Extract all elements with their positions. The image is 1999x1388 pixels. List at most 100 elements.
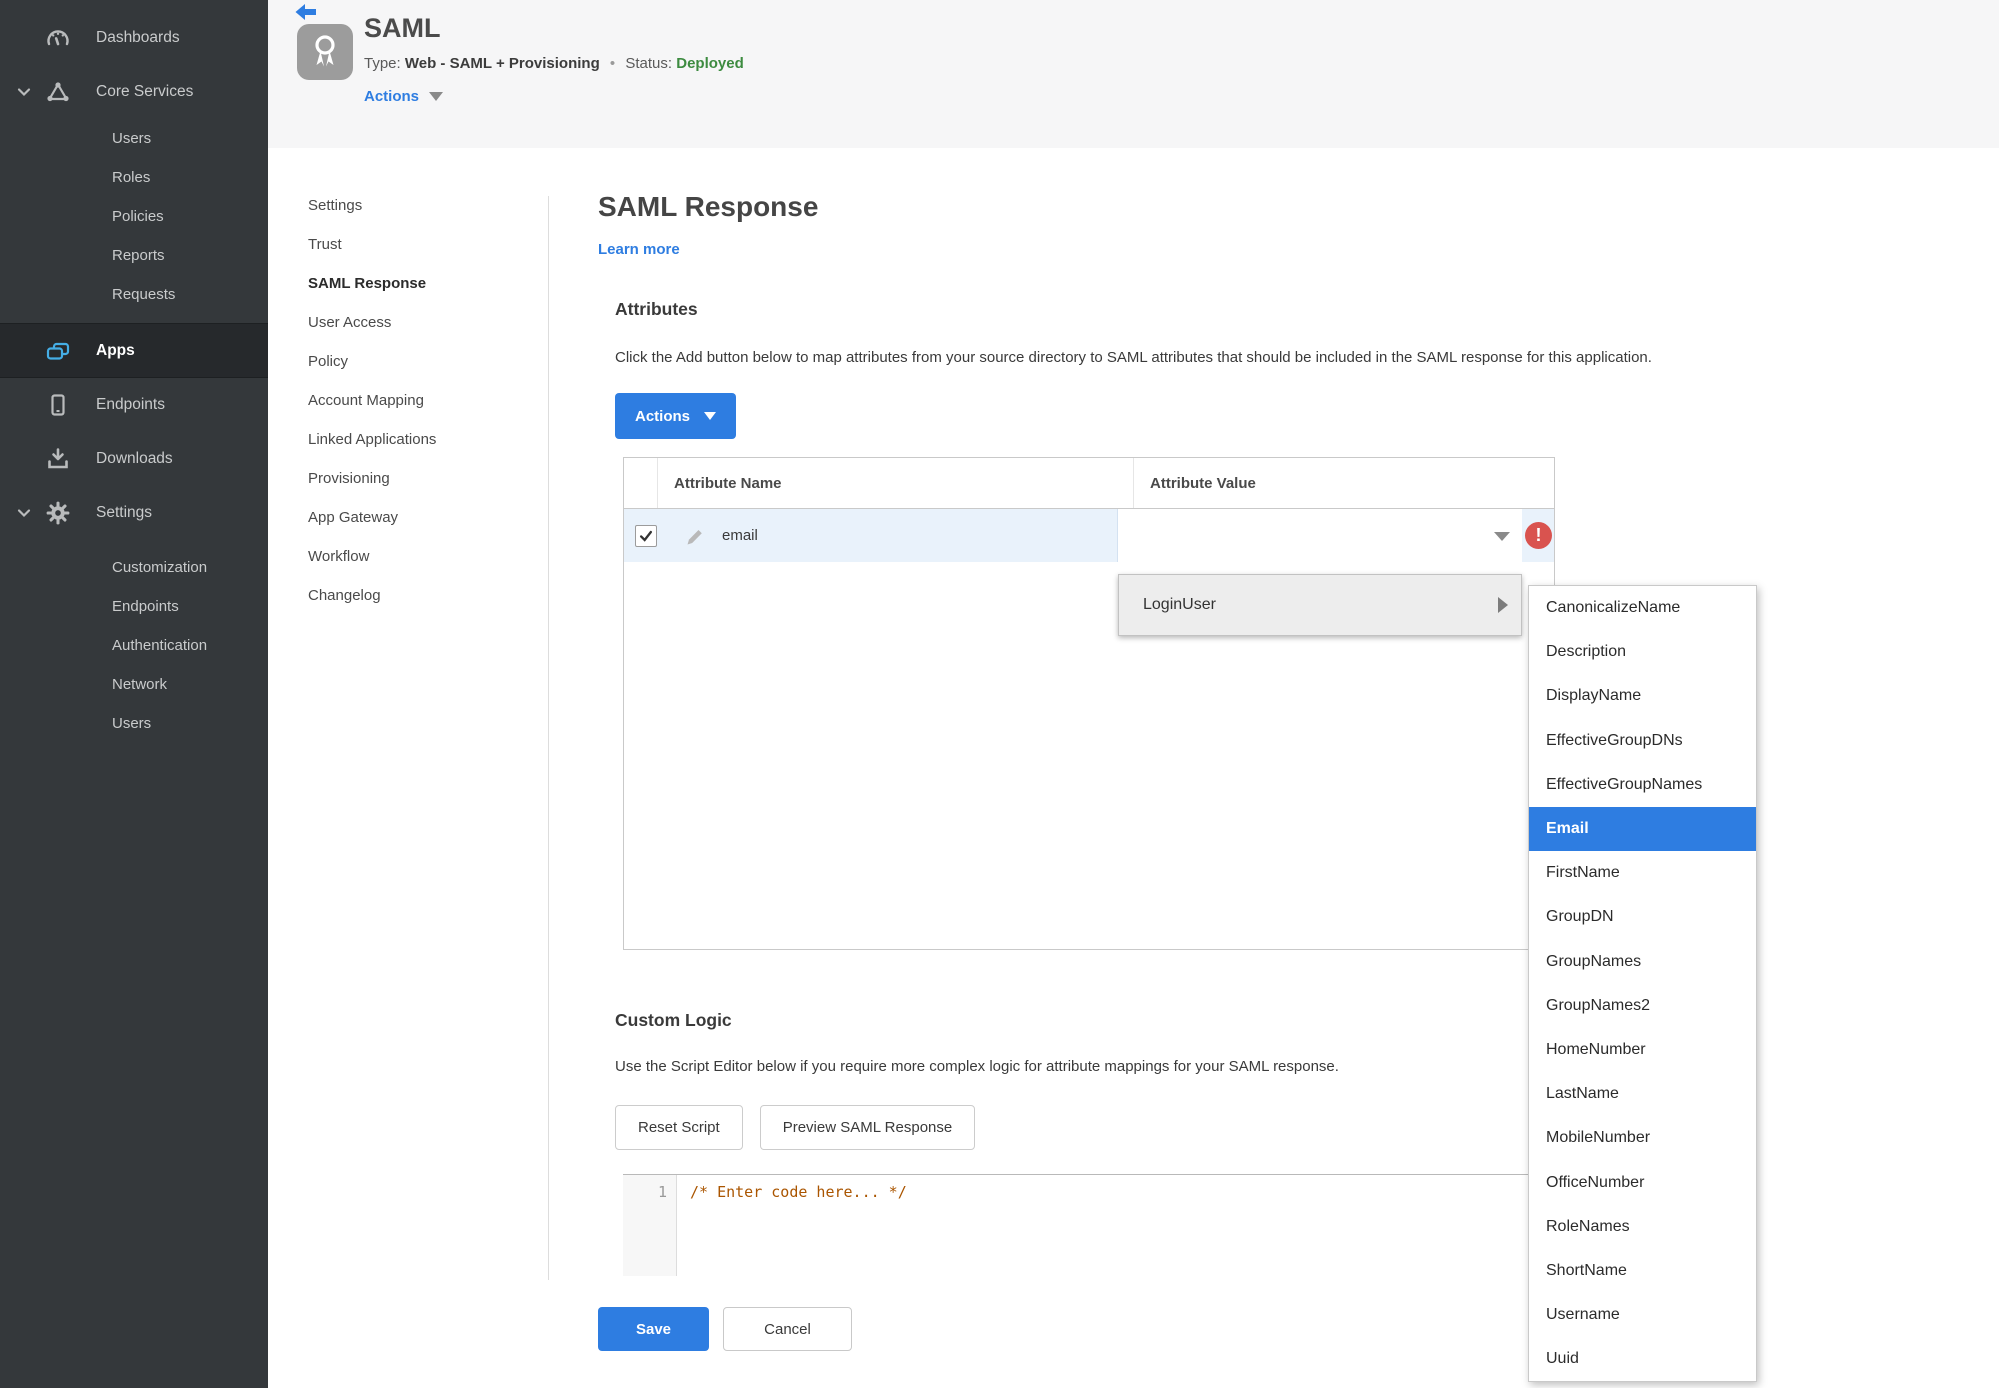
custom-logic-section: Custom Logic Use the Script Editor below… [615, 1000, 1563, 1276]
sidebar-item-network[interactable]: Network [0, 665, 268, 704]
submenu-item-effectivegroupdns[interactable]: EffectiveGroupDNs [1529, 719, 1756, 763]
sidebar-item-label: Dashboards [96, 29, 180, 46]
sidebar-item-label: Settings [96, 504, 153, 521]
attribute-value-cell: ! [1117, 509, 1554, 562]
subnav-item-settings[interactable]: Settings [308, 186, 533, 225]
custom-logic-description: Use the Script Editor below if you requi… [615, 1058, 1339, 1075]
sidebar-item-reports[interactable]: Reports [0, 236, 268, 275]
type-value: Web - SAML + Provisioning [404, 55, 600, 72]
row-checkbox[interactable] [635, 524, 657, 547]
header-actions-label: Actions [364, 88, 420, 105]
table-header-attribute-value: Attribute Value [1133, 458, 1554, 508]
submenu-item-description[interactable]: Description [1529, 630, 1756, 674]
subnav-item-changelog[interactable]: Changelog [308, 576, 533, 615]
app-title: SAML [364, 13, 441, 43]
table-row[interactable]: email ! [624, 509, 1554, 562]
error-icon: ! [1525, 522, 1552, 549]
attribute-name-cell: email [722, 527, 758, 544]
settings-gear-icon [42, 500, 74, 526]
attribute-value-dropdown[interactable] [1118, 509, 1522, 562]
submenu-item-lastname[interactable]: LastName [1529, 1072, 1756, 1116]
save-button[interactable]: Save [598, 1307, 709, 1351]
attributes-description: Click the Add button below to map attrib… [615, 349, 1652, 366]
attribute-submenu: CanonicalizeName Description DisplayName… [1528, 585, 1757, 1383]
back-icon[interactable] [294, 2, 318, 24]
chevron-down-icon[interactable] [14, 83, 34, 101]
sidebar-item-core-services[interactable]: Core Services [0, 65, 268, 119]
subnav-divider [548, 196, 549, 1280]
dropdown-item-loginuser[interactable]: LoginUser [1143, 596, 1216, 614]
reset-script-button[interactable]: Reset Script [615, 1105, 743, 1150]
sidebar-item-endpoints[interactable]: Endpoints [0, 378, 268, 432]
submenu-item-groupnames2[interactable]: GroupNames2 [1529, 984, 1756, 1028]
attributes-heading: Attributes [615, 299, 698, 319]
submenu-item-displayname[interactable]: DisplayName [1529, 674, 1756, 718]
cancel-button[interactable]: Cancel [723, 1307, 852, 1351]
separator-dot: • [609, 55, 616, 72]
submenu-item-officenumber[interactable]: OfficeNumber [1529, 1160, 1756, 1204]
dashboards-icon [42, 26, 74, 50]
subnav-item-saml-response[interactable]: SAML Response [308, 264, 533, 303]
attributes-actions-button[interactable]: Actions [615, 393, 737, 439]
submenu-item-email[interactable]: Email [1529, 806, 1756, 852]
sidebar-item-settings[interactable]: Settings [0, 486, 268, 540]
endpoints-icon [42, 392, 74, 418]
submenu-item-groupnames[interactable]: GroupNames [1529, 940, 1756, 984]
learn-more-link[interactable]: Learn more [598, 241, 680, 258]
submenu-item-mobilenumber[interactable]: MobileNumber [1529, 1116, 1756, 1160]
table-header-checkbox-col [624, 458, 658, 508]
chevron-down-icon[interactable] [14, 504, 34, 522]
submenu-item-effectivegroupnames[interactable]: EffectiveGroupNames [1529, 763, 1756, 807]
preview-saml-response-button[interactable]: Preview SAML Response [759, 1105, 976, 1150]
sidebar-item-requests[interactable]: Requests [0, 275, 268, 314]
app-meta: Type: Web - SAML + Provisioning • Status… [364, 55, 744, 72]
sidebar-item-label: Downloads [96, 450, 173, 467]
custom-logic-heading: Custom Logic [615, 1010, 732, 1030]
value-dropdown-menu[interactable]: LoginUser [1118, 574, 1522, 636]
editor-line-number: 1 [623, 1175, 677, 1276]
submenu-item-shortname[interactable]: ShortName [1529, 1249, 1756, 1293]
subnav-item-account-mapping[interactable]: Account Mapping [308, 381, 533, 420]
submenu-item-firstname[interactable]: FirstName [1529, 851, 1756, 895]
sidebar-item-downloads[interactable]: Downloads [0, 432, 268, 486]
sidebar-item-apps[interactable]: Apps [0, 323, 268, 378]
sidebar-item-users-settings[interactable]: Users [0, 704, 268, 743]
sidebar-item-policies[interactable]: Policies [0, 197, 268, 236]
submenu-item-username[interactable]: Username [1529, 1293, 1756, 1337]
editor-code[interactable]: /* Enter code here... */ [677, 1175, 1555, 1276]
core-services-icon [42, 80, 74, 104]
sidebar-item-authentication[interactable]: Authentication [0, 626, 268, 665]
downloads-icon [42, 446, 74, 472]
ribbon-badge-icon [315, 35, 335, 67]
attributes-table: Attribute Name Attribute Value email ! [623, 457, 1555, 950]
sidebar: Dashboards Core Services Users Roles Pol… [0, 0, 268, 1388]
sidebar-item-endpoints-settings[interactable]: Endpoints [0, 587, 268, 626]
submenu-item-rolenames[interactable]: RoleNames [1529, 1205, 1756, 1249]
sidebar-item-label: Endpoints [96, 396, 165, 413]
table-header-attribute-name: Attribute Name [674, 474, 782, 492]
sidebar-item-dashboards[interactable]: Dashboards [0, 11, 268, 65]
submenu-item-homenumber[interactable]: HomeNumber [1529, 1028, 1756, 1072]
subnav-item-app-gateway[interactable]: App Gateway [308, 498, 533, 537]
status-badge: Deployed [676, 55, 744, 72]
subnav-item-trust[interactable]: Trust [308, 225, 533, 264]
apps-icon [42, 339, 74, 363]
subnav-item-provisioning[interactable]: Provisioning [308, 459, 533, 498]
subnav-item-policy[interactable]: Policy [308, 342, 533, 381]
subnav-item-user-access[interactable]: User Access [308, 303, 533, 342]
subnav-item-workflow[interactable]: Workflow [308, 537, 533, 576]
edit-pencil-icon[interactable] [683, 525, 705, 547]
header-actions-menu[interactable]: Actions [364, 88, 444, 105]
app-logo [297, 24, 353, 80]
type-label: Type: [364, 55, 401, 72]
submenu-item-canonicalizename[interactable]: CanonicalizeName [1529, 586, 1756, 630]
sidebar-item-roles[interactable]: Roles [0, 158, 268, 197]
caret-down-icon [704, 412, 717, 420]
sidebar-item-customization[interactable]: Customization [0, 548, 268, 587]
submenu-item-uuid[interactable]: Uuid [1529, 1337, 1756, 1381]
subnav-item-linked-applications[interactable]: Linked Applications [308, 420, 533, 459]
script-editor[interactable]: 1 /* Enter code here... */ [623, 1174, 1555, 1276]
sidebar-item-users[interactable]: Users [0, 119, 268, 158]
sidebar-item-label: Core Services [96, 83, 194, 100]
submenu-item-groupdn[interactable]: GroupDN [1529, 895, 1756, 939]
